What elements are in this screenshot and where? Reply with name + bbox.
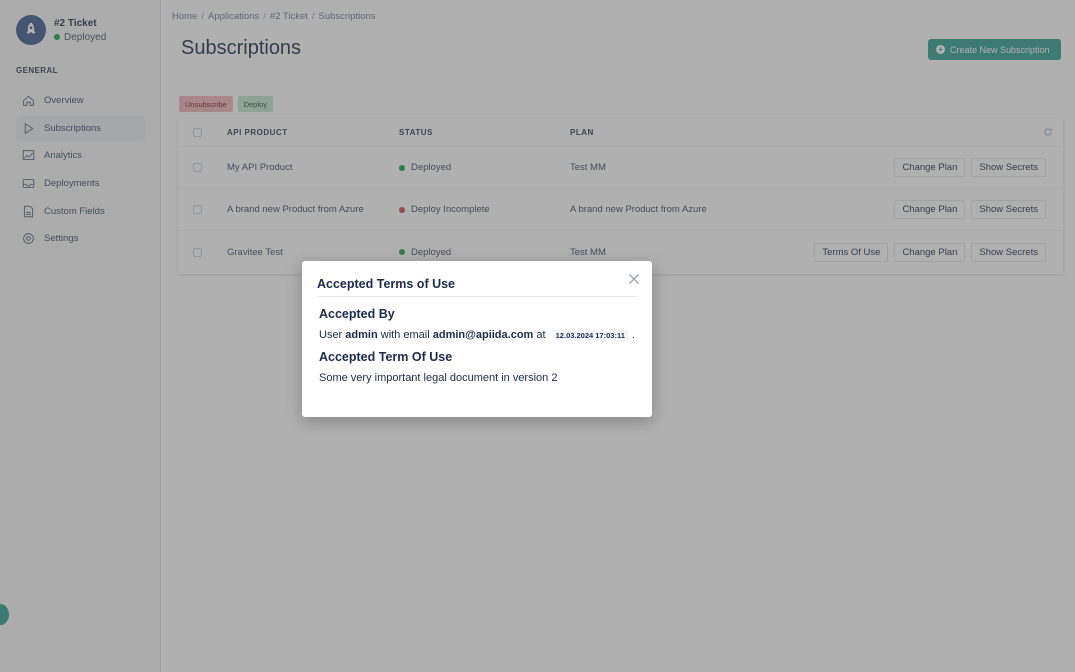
terms-of-use-modal: Accepted Terms of Use Accepted By User a… (302, 261, 652, 417)
with-email-text: with email (380, 329, 430, 341)
close-icon[interactable] (628, 272, 640, 284)
accepted-document: Some very important legal document in ve… (319, 372, 558, 384)
accepted-by-heading: Accepted By (319, 307, 395, 321)
accepted-term-heading: Accepted Term Of Use (319, 350, 453, 364)
modal-divider (317, 296, 637, 297)
user-prefix: User (319, 329, 343, 341)
accepted-by-line: User admin with email admin@apiida.com a… (319, 329, 635, 341)
at-text: at (536, 329, 546, 341)
accepted-timestamp: 12.03.2024 17:03:11 (552, 330, 628, 341)
line-end: . (631, 329, 635, 341)
accepted-email: admin@apiida.com (432, 329, 534, 341)
modal-title: Accepted Terms of Use (317, 277, 456, 291)
accepted-user: admin (345, 329, 378, 341)
